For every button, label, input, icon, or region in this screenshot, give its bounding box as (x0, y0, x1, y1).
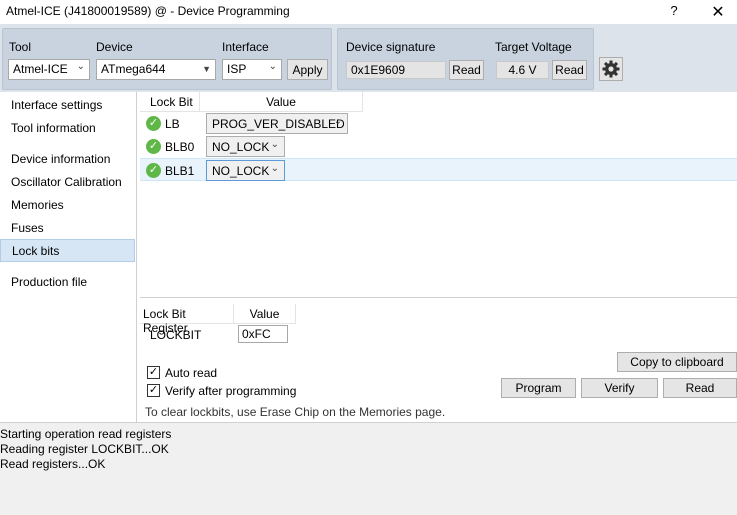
lockbit-value-select[interactable]: NO_LOCK ⌄ (206, 136, 285, 157)
device-label: Device (96, 40, 133, 54)
voltage-read-button[interactable]: Read (552, 60, 587, 80)
lockbit-value: NO_LOCK (212, 164, 270, 178)
log-line: Reading register LOCKBIT...OK (0, 442, 169, 456)
lockbit-value: PROG_VER_DISABLED (212, 117, 345, 131)
interface-label: Interface (222, 40, 269, 54)
window-title: Atmel-ICE (J41800019589) @ - Device Prog… (6, 4, 290, 18)
voltage-value: 4.6 V (496, 61, 549, 79)
signature-read-button[interactable]: Read (449, 60, 484, 80)
register-value-input[interactable]: 0xFC (238, 325, 288, 343)
hint-text: To clear lockbits, use Erase Chip on the… (145, 405, 446, 419)
column-header-register-value: Value (234, 304, 296, 324)
gear-icon (602, 60, 620, 78)
lockbit-row-blb0: ✓ BLB0 NO_LOCK ⌄ (140, 135, 737, 158)
column-header-register: Lock Bit Register (140, 304, 234, 335)
action-panel: Copy to clipboard ✓ Auto read ✓ Verify a… (140, 346, 737, 422)
program-button[interactable]: Program (501, 378, 576, 398)
sidebar-item-memories[interactable]: Memories (0, 194, 135, 217)
sidebar-item-interface-settings[interactable]: Interface settings (0, 94, 135, 117)
log-line: Read registers...OK (0, 457, 106, 471)
interface-select-value: ISP (227, 62, 247, 76)
register-table: Lock Bit Register Value LOCKBIT 0xFC (140, 304, 737, 346)
device-select-value: ATmega644 (101, 62, 166, 76)
toolbar: Tool Atmel-ICE ⌄ Device ATmega644 ▼ Inte… (0, 24, 737, 92)
verify-button[interactable]: Verify (581, 378, 658, 398)
dropdown-arrow-icon: ▼ (202, 64, 211, 74)
sidebar-item-tool-information[interactable]: Tool information (0, 117, 135, 140)
lockbit-name: BLB1 (165, 164, 195, 178)
chevron-down-icon: ⌄ (76, 61, 85, 72)
apply-button[interactable]: Apply (287, 59, 328, 80)
column-header-lockbit: Lock Bit (140, 92, 200, 112)
help-button[interactable]: ? (666, 3, 682, 18)
device-select[interactable]: ATmega644 ▼ (96, 59, 216, 80)
sidebar-item-device-information[interactable]: Device information (0, 148, 135, 171)
tool-label: Tool (9, 40, 32, 54)
interface-select[interactable]: ISP ⌄ (222, 59, 282, 80)
voltage-label: Target Voltage (495, 40, 572, 54)
check-icon: ✓ (146, 116, 161, 131)
lockbits-table: Lock Bit Value ✓ LB PROG_VER_DISABLED ⌄ … (140, 92, 737, 298)
check-icon: ✓ (146, 139, 161, 154)
sidebar-item-production-file[interactable]: Production file (0, 271, 135, 294)
signature-label: Device signature (346, 40, 436, 54)
chevron-down-icon: ⌄ (268, 61, 277, 72)
output-log: Starting operation read registers Readin… (0, 422, 737, 515)
signature-voltage-group: Device signature 0x1E9609 Read Target Vo… (337, 28, 594, 90)
verify-after-programming-label: Verify after programming (165, 384, 297, 398)
tool-select[interactable]: Atmel-ICE ⌄ (8, 59, 90, 80)
close-button[interactable]: ✕ (708, 2, 728, 22)
auto-read-label: Auto read (165, 366, 218, 380)
verify-after-programming-checkbox[interactable]: ✓ (147, 384, 160, 397)
tool-select-value: Atmel-ICE (13, 62, 68, 76)
chevron-down-icon: ⌄ (270, 139, 279, 150)
read-button[interactable]: Read (663, 378, 737, 398)
chevron-down-icon: ⌄ (333, 116, 342, 127)
chevron-down-icon: ⌄ (270, 163, 279, 174)
signature-value: 0x1E9609 (346, 61, 446, 79)
lockbit-name: LB (165, 117, 180, 131)
copy-to-clipboard-button[interactable]: Copy to clipboard (617, 352, 737, 372)
sidebar: Interface settings Tool information Devi… (0, 92, 137, 422)
sidebar-item-oscillator-calibration[interactable]: Oscillator Calibration (0, 171, 135, 194)
sidebar-item-fuses[interactable]: Fuses (0, 217, 135, 240)
log-line: Starting operation read registers (0, 427, 172, 441)
settings-button[interactable] (599, 57, 623, 81)
check-icon: ✓ (146, 163, 161, 178)
lockbit-value-select[interactable]: PROG_VER_DISABLED ⌄ (206, 113, 348, 134)
lockbit-row-blb1: ✓ BLB1 NO_LOCK ⌄ (140, 158, 737, 181)
lockbit-value: NO_LOCK (212, 140, 270, 154)
sidebar-item-lock-bits[interactable]: Lock bits (0, 239, 135, 262)
tool-device-group: Tool Atmel-ICE ⌄ Device ATmega644 ▼ Inte… (2, 28, 332, 90)
column-header-value: Value (200, 92, 363, 112)
auto-read-checkbox[interactable]: ✓ (147, 366, 160, 379)
lockbit-value-select[interactable]: NO_LOCK ⌄ (206, 160, 285, 181)
lockbit-row-lb: ✓ LB PROG_VER_DISABLED ⌄ (140, 112, 737, 135)
register-name: LOCKBIT (150, 328, 202, 342)
title-bar: Atmel-ICE (J41800019589) @ - Device Prog… (0, 0, 737, 24)
lockbit-name: BLB0 (165, 140, 195, 154)
